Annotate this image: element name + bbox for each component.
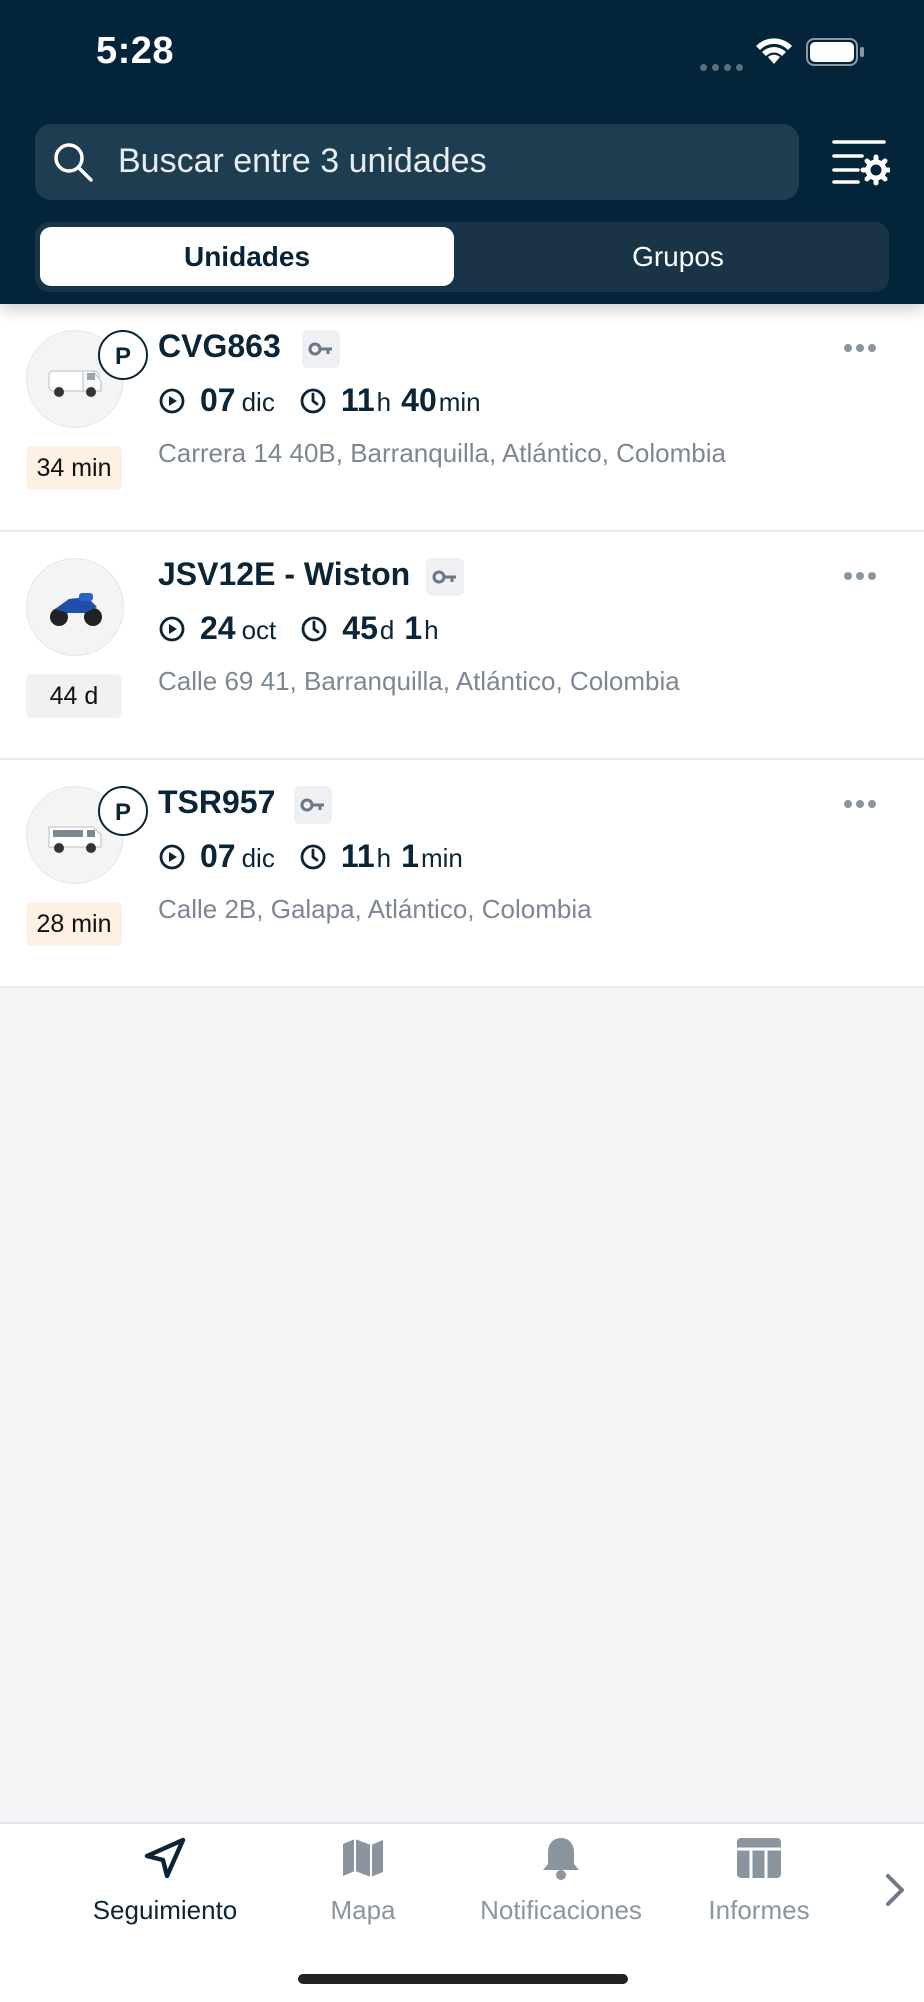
- map-icon: [343, 1839, 383, 1877]
- tab-units[interactable]: Unidades: [40, 227, 454, 286]
- duration-a: 11: [340, 382, 375, 418]
- last-update-badge: 34 min: [26, 446, 122, 490]
- duration-a: 45: [342, 610, 378, 646]
- unit-name: JSV12E - Wiston: [158, 556, 411, 592]
- date-day: 07: [200, 838, 236, 874]
- more-options-icon[interactable]: [844, 567, 884, 580]
- tab-mapa[interactable]: Mapa: [268, 1834, 458, 1926]
- date-month: dic: [241, 387, 275, 417]
- duration-a-unit: d: [379, 615, 395, 645]
- duration-b: 40: [401, 382, 437, 418]
- parked-badge: P: [98, 330, 148, 380]
- duration-a-unit: h: [376, 843, 392, 873]
- date-month: oct: [241, 615, 277, 645]
- tab-informes[interactable]: Informes: [664, 1834, 854, 1926]
- tab-label: Mapa: [330, 1895, 396, 1925]
- more-options-icon[interactable]: [844, 795, 884, 808]
- duration-b: 1: [404, 610, 423, 646]
- tab-label: Notificaciones: [480, 1895, 642, 1925]
- segmented-control: Unidades Grupos: [35, 222, 889, 292]
- unit-name: CVG863: [158, 328, 281, 364]
- tab-label: Seguimiento: [92, 1895, 238, 1925]
- chevron-right-icon[interactable]: [880, 1870, 910, 1910]
- last-update-badge: 28 min: [26, 902, 122, 946]
- navigation-arrow-icon: [144, 1837, 186, 1879]
- search-input[interactable]: Buscar entre 3 unidades: [35, 124, 799, 200]
- tab-label: Informes: [708, 1895, 810, 1925]
- clock-icon: [300, 844, 326, 869]
- ignition-key-icon: [294, 786, 332, 824]
- ignition-key-icon: [426, 558, 464, 596]
- unit-meta: 07 dic 11 h 40 min: [158, 382, 481, 419]
- tab-groups[interactable]: Grupos: [471, 227, 885, 286]
- unit-meta: 07 dic 11 h 1 min: [158, 838, 463, 875]
- duration-a-unit: h: [376, 387, 392, 417]
- status-time: 5:28: [96, 30, 175, 72]
- unit-meta: 24 oct 45 d 1 h: [158, 610, 439, 647]
- date-day: 24: [200, 610, 236, 646]
- unit-row[interactable]: P 28 min TSR957 07 dic 11 h 1 min Calle …: [0, 760, 924, 988]
- tab-seguimiento[interactable]: Seguimiento: [70, 1834, 260, 1926]
- play-circle-icon: [159, 616, 185, 641]
- tab-notificaciones[interactable]: Notificaciones: [466, 1834, 656, 1926]
- clock-icon: [301, 616, 327, 641]
- unit-list: P 34 min CVG863 07 dic 11 h 40 min Carre…: [0, 304, 924, 988]
- app-header: 5:28 Buscar entre 3 unidades Unidades Gr…: [0, 0, 924, 304]
- more-options-icon[interactable]: [844, 339, 884, 352]
- duration-b-unit: min: [420, 843, 463, 873]
- unit-address: Carrera 14 40B, Barranquilla, Atlántico,…: [158, 438, 726, 468]
- ignition-key-icon: [302, 330, 340, 368]
- unit-row[interactable]: P 34 min CVG863 07 dic 11 h 40 min Carre…: [0, 304, 924, 532]
- clock-icon: [300, 388, 326, 413]
- duration-b-unit: min: [438, 387, 481, 417]
- date-month: dic: [241, 843, 275, 873]
- play-circle-icon: [159, 844, 185, 869]
- duration-b-unit: h: [424, 615, 439, 645]
- table-icon: [737, 1838, 781, 1878]
- search-icon: [54, 143, 93, 182]
- cellular-signal-icon: [700, 58, 748, 76]
- bell-icon: [543, 1838, 579, 1880]
- search-placeholder: Buscar entre 3 unidades: [118, 142, 487, 180]
- unit-row[interactable]: 44 d JSV12E - Wiston 24 oct 45 d 1 h Cal…: [0, 532, 924, 760]
- parked-badge: P: [98, 786, 148, 836]
- wifi-icon: [756, 38, 792, 64]
- date-day: 07: [200, 382, 236, 418]
- battery-icon: [806, 38, 864, 66]
- vehicle-image-motorcycle: [26, 558, 124, 656]
- play-circle-icon: [159, 388, 185, 413]
- duration-a: 11: [340, 838, 375, 874]
- unit-name: TSR957: [158, 784, 276, 820]
- home-indicator: [298, 1974, 628, 1984]
- last-update-badge: 44 d: [26, 674, 122, 718]
- unit-address: Calle 2B, Galapa, Atlántico, Colombia: [158, 894, 592, 924]
- duration-b: 1: [401, 838, 419, 874]
- unit-address: Calle 69 41, Barranquilla, Atlántico, Co…: [158, 666, 680, 696]
- filter-settings-icon[interactable]: [832, 138, 890, 188]
